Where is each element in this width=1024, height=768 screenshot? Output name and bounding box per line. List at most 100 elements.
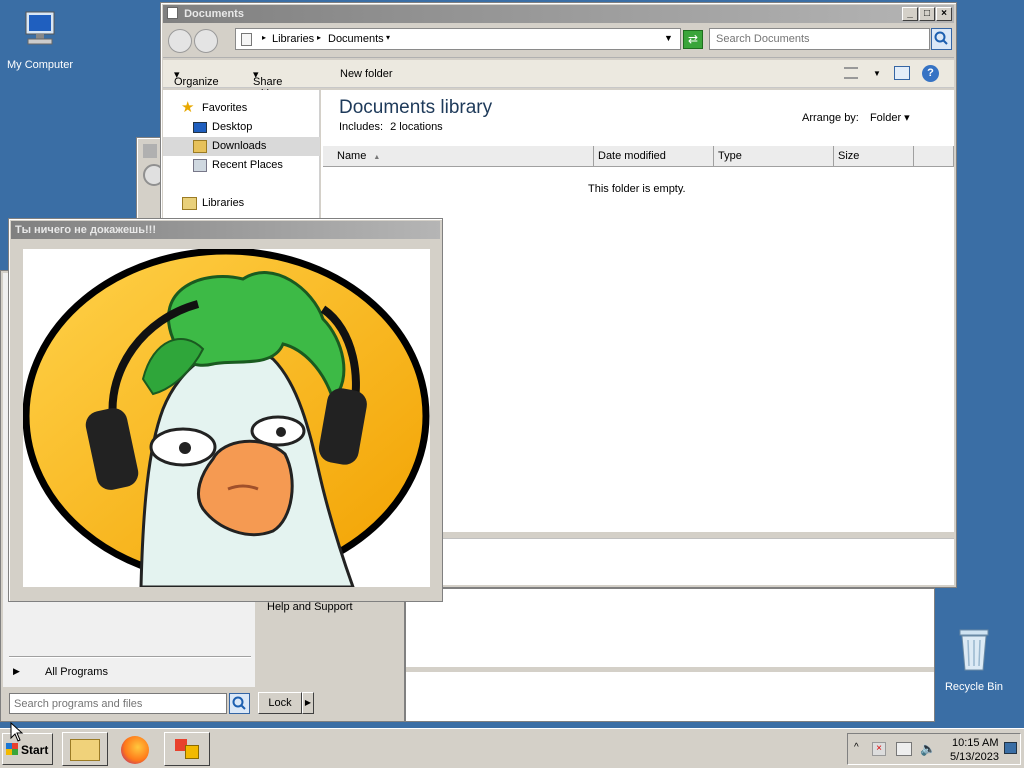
- maximize-button[interactable]: □: [919, 7, 935, 21]
- column-header-date-modified[interactable]: Date modified: [594, 146, 714, 167]
- share-with-menu[interactable]: Share with ▾: [253, 68, 282, 100]
- start-search-input[interactable]: [9, 693, 227, 714]
- popup-window: Ты ничего не докажешь!!!: [8, 218, 443, 602]
- includes-locations-link[interactable]: 2 locations: [390, 121, 443, 133]
- taskbar-explorer-button[interactable]: [62, 732, 108, 766]
- arrange-by-value: Folder: [869, 112, 902, 124]
- arrange-by-dropdown[interactable]: Folder ▾: [870, 112, 910, 124]
- lock-options-button[interactable]: ▶: [302, 692, 314, 714]
- help-and-support-label: Help and Support: [267, 601, 353, 613]
- start-menu-separator: [9, 656, 251, 658]
- nav-downloads[interactable]: Downloads: [163, 137, 320, 156]
- column-header-size[interactable]: Size: [834, 146, 914, 167]
- downloads-icon: [193, 140, 207, 153]
- nav-libraries[interactable]: Libraries: [163, 194, 320, 213]
- column-header-name[interactable]: Name ▲: [323, 146, 594, 167]
- show-desktop-icon[interactable]: [1004, 742, 1017, 754]
- forward-button[interactable]: [194, 29, 218, 53]
- column-header-size-label: Size: [838, 150, 860, 162]
- help-icon[interactable]: ?: [922, 65, 939, 82]
- recycle-bin-icon: [959, 629, 989, 671]
- explorer-search-button[interactable]: [931, 28, 952, 50]
- secondary-window-divider: [406, 667, 934, 672]
- nav-desktop[interactable]: Desktop: [163, 118, 320, 137]
- address-dropdown-icon[interactable]: ▼: [664, 33, 673, 43]
- popup-image: [22, 247, 430, 589]
- volume-icon[interactable]: 🔈: [920, 741, 936, 757]
- explorer-title: Documents: [184, 8, 244, 20]
- secondary-window: [405, 588, 935, 722]
- explorer-titlebar[interactable]: Documents: [163, 5, 954, 23]
- star-icon: ★: [181, 99, 195, 116]
- help-and-support-item[interactable]: Help and Support: [267, 601, 353, 613]
- mouse-cursor-icon: [10, 722, 24, 742]
- nav-recent-places[interactable]: Recent Places: [163, 156, 320, 175]
- sort-ascending-icon: ▲: [373, 154, 381, 161]
- library-includes: Includes: 2 locations: [339, 121, 443, 133]
- lock-button[interactable]: Lock: [258, 692, 302, 714]
- refresh-icon: ⇄: [687, 32, 699, 46]
- clock-time[interactable]: 10:15 AM: [952, 737, 998, 749]
- empty-folder-message: This folder is empty.: [588, 183, 686, 195]
- view-options-icon[interactable]: [844, 67, 858, 79]
- recycle-bin-label: Recycle Bin: [944, 681, 1004, 693]
- breadcrumb-separator-icon: ▾: [386, 33, 391, 42]
- refresh-button[interactable]: ⇄: [683, 30, 703, 49]
- explorer-search-input[interactable]: [709, 28, 930, 50]
- preview-pane-icon[interactable]: [894, 66, 910, 80]
- search-icon: [934, 31, 948, 45]
- column-header-type[interactable]: Type: [714, 146, 834, 167]
- my-computer-label: My Computer: [6, 59, 74, 71]
- navigation-pane: ★ Favorites Desktop Downloads Recent Pla…: [163, 90, 320, 220]
- windows-logo-icon: [6, 743, 18, 755]
- organize-menu[interactable]: Organize ▾: [174, 68, 219, 88]
- organize-label: Organize: [174, 76, 219, 88]
- popup-titlebar[interactable]: Ты ничего не докажешь!!!: [11, 221, 440, 239]
- column-header-filler: [914, 146, 954, 167]
- column-header-type-label: Type: [718, 150, 742, 162]
- app-window-icon-secondary: [185, 745, 199, 759]
- clock-date[interactable]: 5/13/2023: [950, 751, 999, 763]
- minimize-button[interactable]: _: [902, 7, 918, 21]
- new-folder-button[interactable]: New folder: [340, 68, 393, 80]
- computer-icon: [25, 11, 55, 45]
- nav-libraries-label: Libraries: [202, 197, 245, 209]
- address-row: ▸ Libraries ▸ Documents ▾ ▼ ⇄: [163, 23, 954, 58]
- libraries-icon: [182, 197, 197, 210]
- start-search-button[interactable]: [229, 693, 250, 714]
- nav-recent-places-label: Recent Places: [212, 159, 283, 171]
- goose-headphones-image: [22, 247, 430, 589]
- taskbar-app-button[interactable]: [164, 732, 210, 766]
- details-pane: [443, 538, 954, 585]
- includes-label: Includes:: [339, 121, 384, 133]
- taskbar-firefox-button[interactable]: [113, 732, 159, 766]
- address-bar[interactable]: ▸ Libraries ▸ Documents ▾ ▼: [235, 28, 681, 50]
- show-hidden-icons-button[interactable]: ^: [854, 742, 859, 753]
- documents-icon: [241, 33, 252, 46]
- all-programs-item[interactable]: ▶ All Programs: [9, 663, 251, 683]
- folder-icon: [167, 7, 178, 19]
- system-tray: ^ × 🔈 10:15 AM 5/13/2023: [847, 733, 1021, 765]
- start-label: Start: [21, 743, 49, 757]
- back-button[interactable]: [168, 29, 192, 53]
- recycle-bin-desktop-icon[interactable]: Recycle Bin: [934, 626, 1014, 693]
- nav-favorites[interactable]: ★ Favorites: [163, 99, 320, 118]
- folder-icon: [70, 739, 100, 761]
- view-dropdown-icon[interactable]: ▼: [873, 69, 881, 78]
- nav-desktop-label: Desktop: [212, 121, 253, 133]
- arrange-by-label: Arrange by:: [802, 112, 859, 124]
- all-programs-label: All Programs: [45, 666, 108, 678]
- search-icon: [232, 696, 246, 710]
- breadcrumb-separator-icon: ▸: [317, 33, 322, 42]
- action-center-icon[interactable]: ×: [872, 742, 886, 756]
- firefox-icon: [121, 736, 149, 764]
- column-header-date-label: Date modified: [598, 150, 666, 162]
- breadcrumb-libraries[interactable]: Libraries: [272, 33, 314, 45]
- column-header-name-label: Name: [337, 150, 367, 162]
- breadcrumb-documents[interactable]: Documents: [328, 33, 384, 45]
- my-computer-desktop-icon[interactable]: My Computer: [0, 10, 80, 71]
- arrow-right-small-icon: ▶: [304, 698, 312, 707]
- desktop-icon: [193, 122, 207, 133]
- network-icon[interactable]: [896, 742, 912, 756]
- close-button[interactable]: ×: [936, 7, 952, 21]
